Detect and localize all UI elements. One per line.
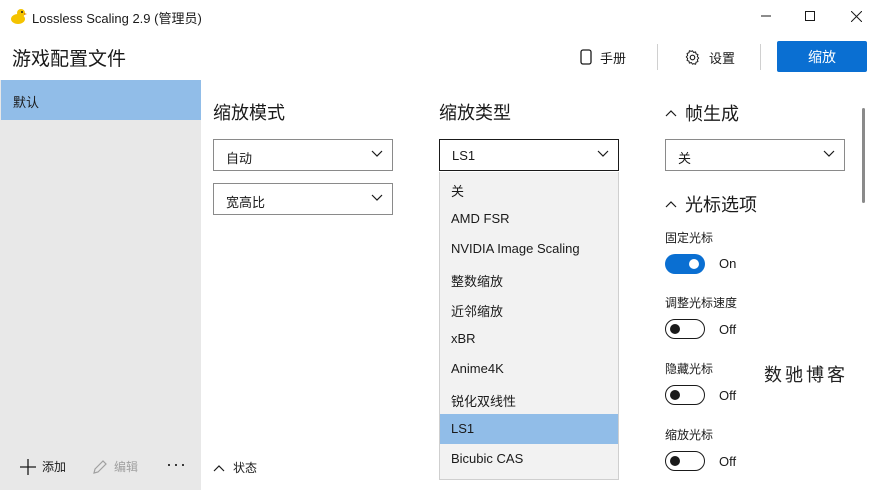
toggle-knob <box>670 389 680 400</box>
scaling-option[interactable]: AMD FSR <box>440 204 618 234</box>
scaling-option[interactable]: NVIDIA Image Scaling <box>440 234 618 264</box>
settings-button[interactable]: 设置 <box>684 42 735 72</box>
scaling-mode-title: 缩放模式 <box>213 103 285 123</box>
add-profile-button[interactable]: 添加 <box>20 458 66 475</box>
cursor-options-header[interactable]: 光标选项 <box>665 191 757 217</box>
status-toggle[interactable]: 状态 <box>213 459 257 476</box>
scaling-option[interactable]: Bicubic CAS <box>440 444 618 474</box>
header-divider <box>760 44 761 70</box>
scale-button[interactable]: 缩放 <box>777 41 867 72</box>
cursor-speed-state: Off <box>719 322 737 337</box>
frame-gen-header[interactable]: 帧生成 <box>665 100 739 126</box>
scaling-option-selected[interactable]: LS1 <box>440 414 618 444</box>
chevron-up-icon <box>213 464 225 471</box>
title-bar: Lossless Scaling 2.9 (管理员) <box>0 0 880 32</box>
scaling-type-title: 缩放类型 <box>439 103 511 123</box>
hide-cursor-state: Off <box>719 388 737 403</box>
more-options-button[interactable]: ··· <box>166 454 187 475</box>
cursor-speed-label: 调整光标速度 <box>665 296 738 310</box>
close-icon <box>850 10 862 22</box>
lock-cursor-toggle[interactable] <box>665 254 705 274</box>
chevron-up-icon <box>665 110 677 117</box>
edit-label: 编辑 <box>114 460 139 474</box>
profile-sidebar: 默认 添加 编辑 ··· <box>0 80 201 490</box>
toggle-knob <box>689 259 699 269</box>
chevron-down-icon <box>597 150 609 157</box>
frame-gen-value: 关 <box>678 151 692 166</box>
edit-profile-button[interactable]: 编辑 <box>92 458 138 475</box>
maximize-button[interactable] <box>788 0 832 32</box>
cursor-speed-toggle[interactable] <box>665 319 705 339</box>
minimize-icon <box>761 15 771 17</box>
page-title: 游戏配置文件 <box>12 49 127 70</box>
maximize-icon <box>805 11 815 21</box>
scaling-option[interactable]: xBR <box>440 324 618 354</box>
lock-cursor-label: 固定光标 <box>665 231 714 245</box>
watermark: 数驰博客 <box>764 365 848 386</box>
scaling-option[interactable]: 关 <box>440 174 618 204</box>
gear-icon <box>685 49 700 65</box>
scaling-type-options: 关 AMD FSR NVIDIA Image Scaling 整数缩放 近邻缩放… <box>439 172 619 480</box>
chevron-down-icon <box>371 194 383 201</box>
scaling-type-value: LS1 <box>452 148 476 163</box>
toggle-knob <box>670 323 680 334</box>
frame-gen-dropdown[interactable]: 关 <box>665 139 845 171</box>
duck-app-icon <box>11 9 27 24</box>
close-button[interactable] <box>834 0 878 32</box>
add-label: 添加 <box>42 460 67 474</box>
hide-cursor-label: 隐藏光标 <box>665 362 714 376</box>
phone-icon <box>580 49 592 65</box>
cursor-options-title: 光标选项 <box>685 195 757 215</box>
scale-cursor-toggle[interactable] <box>665 451 705 471</box>
scaling-option[interactable]: 锐化双线性 <box>440 384 618 414</box>
status-label: 状态 <box>233 461 258 475</box>
chevron-down-icon <box>371 150 383 157</box>
scaling-mode-dropdown[interactable]: 自动 <box>213 139 393 171</box>
sidebar-item-default[interactable]: 默认 <box>1 80 201 120</box>
scale-cursor-state: Off <box>719 454 737 469</box>
aspect-ratio-value: 宽高比 <box>226 195 266 210</box>
window-title: Lossless Scaling 2.9 (管理员) <box>32 11 202 26</box>
chevron-down-icon <box>823 150 835 157</box>
hide-cursor-toggle[interactable] <box>665 385 705 405</box>
scaling-type-dropdown[interactable]: LS1 <box>439 139 619 171</box>
settings-label: 设置 <box>709 50 736 66</box>
header-divider <box>657 44 658 70</box>
manual-button[interactable]: 手册 <box>580 42 626 72</box>
lock-cursor-state: On <box>719 256 737 271</box>
scaling-mode-value: 自动 <box>226 151 253 166</box>
scale-cursor-label: 缩放光标 <box>665 428 714 442</box>
plus-icon <box>20 458 36 475</box>
minimize-button[interactable] <box>744 0 788 32</box>
manual-label: 手册 <box>600 50 627 66</box>
chevron-up-icon <box>665 201 677 208</box>
sidebar-toolbar: 添加 编辑 ··· <box>0 454 201 478</box>
pencil-icon <box>93 459 107 474</box>
scaling-option[interactable]: 整数缩放 <box>440 264 618 294</box>
scaling-option[interactable]: 近邻缩放 <box>440 294 618 324</box>
aspect-ratio-dropdown[interactable]: 宽高比 <box>213 183 393 215</box>
toggle-knob <box>670 455 680 466</box>
scaling-option[interactable]: Anime4K <box>440 354 618 384</box>
scrollbar[interactable] <box>862 108 865 203</box>
frame-gen-title: 帧生成 <box>685 104 739 124</box>
